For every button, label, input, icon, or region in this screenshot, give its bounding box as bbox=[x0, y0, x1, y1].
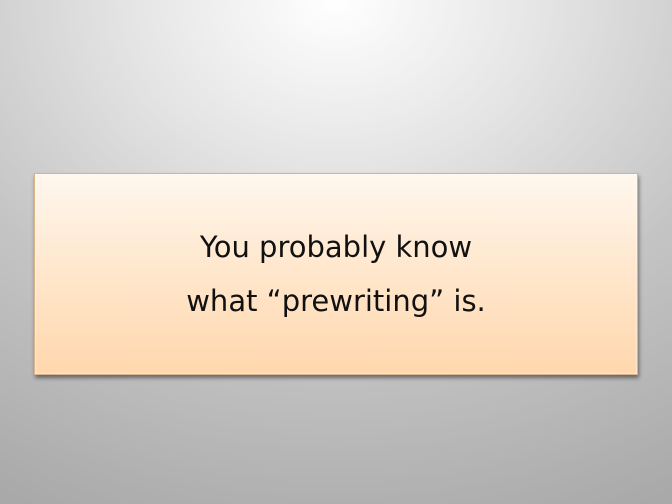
slide: You probably know what “prewriting” is. bbox=[0, 0, 672, 504]
text-box: You probably know what “prewriting” is. bbox=[34, 173, 638, 375]
text-line-1: You probably know bbox=[199, 230, 473, 264]
text-line-2: what “prewriting” is. bbox=[186, 284, 486, 318]
